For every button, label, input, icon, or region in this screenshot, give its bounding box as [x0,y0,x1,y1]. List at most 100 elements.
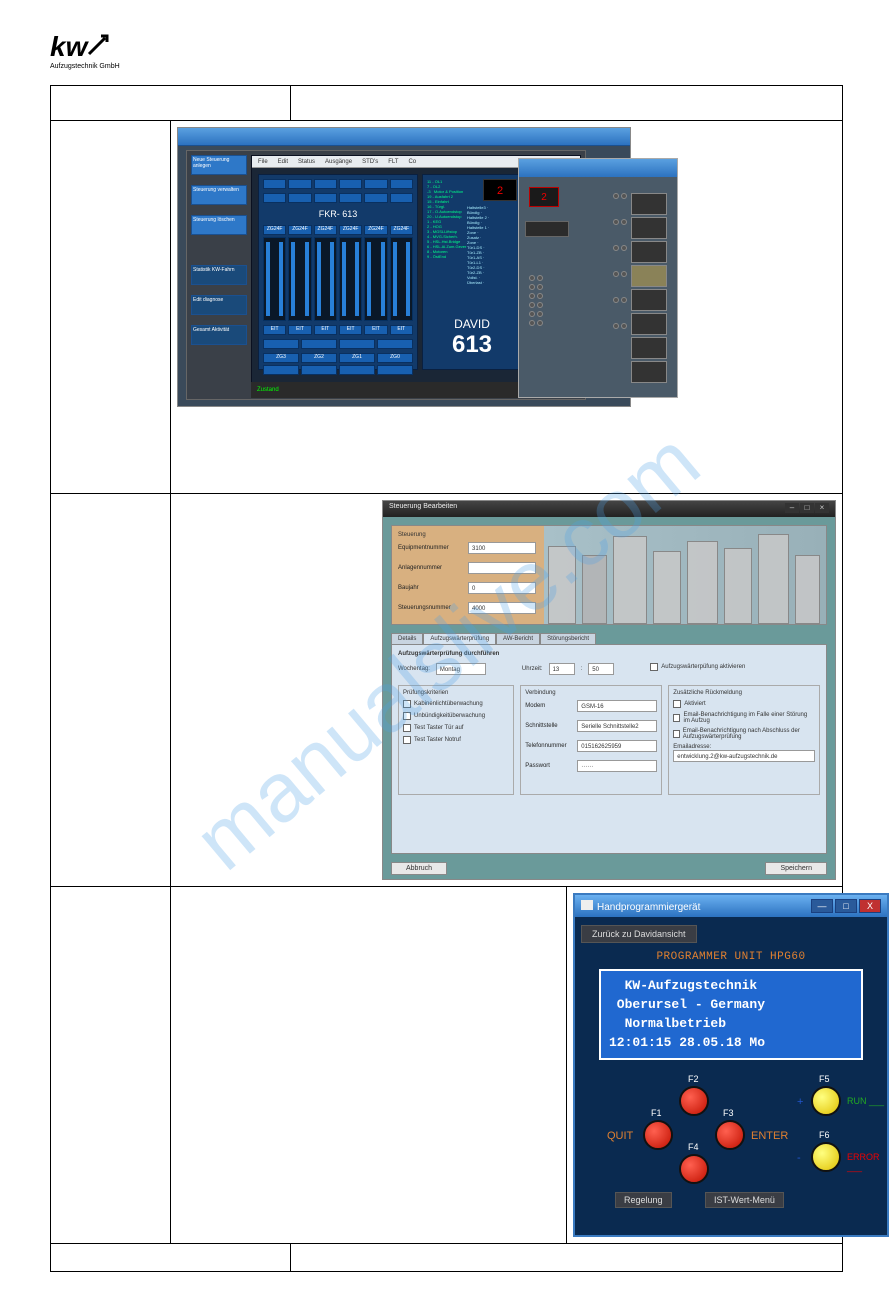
modem-select[interactable]: GSM-16 [577,700,657,712]
back-button[interactable]: Zurück zu Davidansicht [581,925,697,943]
lcd-line3: Normalbetrieb [609,1015,853,1034]
weekday-select[interactable]: Montag [436,663,486,675]
sidebar-btn-activity[interactable]: Gesamt Aktivität [191,325,247,345]
lcd-line2: Oberursel - Germany [609,996,853,1015]
tel-input[interactable]: 015162625959 [577,740,657,752]
eit-lbl: EIT [314,325,337,335]
anlage-input[interactable] [468,562,536,574]
shaft-btn[interactable] [525,221,569,237]
footer-cell-right [291,1244,843,1272]
tel-label: Telefonnummer [525,743,577,749]
menu-file[interactable]: File [258,159,268,165]
enable-checkbox[interactable] [650,663,658,671]
slot-lbl: ZG24F [364,225,387,235]
max-icon[interactable]: □ [800,503,814,513]
chk-dooropen[interactable] [403,724,411,732]
status-left: Zustand [257,387,279,393]
iface-label: Schnittstelle [525,723,577,729]
save-button[interactable]: Speichern [765,862,827,875]
sidebar-btn-manage[interactable]: Steuerung verwalten [191,185,247,205]
tabs: Details Aufzugswärterprüfung AW-Bericht … [391,633,827,644]
baujahr-input[interactable]: 0 [468,582,536,594]
sidebar-btn-diag[interactable]: Edit diagnose [191,295,247,315]
tab-attendant[interactable]: Aufzugswärterprüfung [423,633,496,644]
f2-label: F2 [688,1074,699,1084]
plus-label: + [797,1096,803,1108]
hpg-title: Handprogrammiergerät [597,902,700,913]
enter-label: ENTER [751,1130,788,1142]
min-icon[interactable]: — [811,899,833,913]
sidebar-btn-stats[interactable]: Statistik KW-Fahrn [191,265,247,285]
screenshot-hpg60: Handprogrammiergerät — □ X Zurück zu Dav… [573,893,889,1237]
zg-lbl: ZG1 [339,353,375,363]
zg-lbl: ZG0 [377,353,413,363]
sidebar-btn-new[interactable]: Neue Steuerung anlegen [191,155,247,175]
f5-button[interactable] [811,1086,841,1116]
slot-row [263,237,413,321]
col3-title: Zusätzliche Rückmeldung [673,690,815,696]
tab-fault[interactable]: Störungsbericht [540,633,596,644]
menu-edit[interactable]: Edit [278,159,288,165]
footer-cell-left [51,1244,291,1272]
chk-cabin-light[interactable] [403,700,411,708]
pw-input[interactable]: ······ [577,760,657,772]
chk-emergency[interactable] [403,736,411,744]
row3-left [51,887,171,1244]
steuer-input[interactable]: 4000 [468,602,536,614]
soft-right-button[interactable]: IST-Wert-Menü [705,1192,784,1208]
david-num: 613 [423,331,521,359]
col2-title: Verbindung [525,690,657,696]
header-panel: Steuerung Equipmentnummer3100 Anlagennum… [391,525,827,625]
f1-button[interactable] [643,1120,673,1150]
screenshot-form: Steuerung Bearbeiten – □ × Steuerung Equ… [382,500,836,880]
chk-active[interactable] [673,700,681,708]
app-icon [581,900,593,910]
zg-lbl: ZG3 [263,353,299,363]
tab-awreport[interactable]: AW-Bericht [496,633,540,644]
chk-unbund[interactable] [403,712,411,720]
tab-details[interactable]: Details [391,633,423,644]
equip-input[interactable]: 3100 [468,542,536,554]
time-label: Uhrzeit: [522,666,543,672]
iface-select[interactable]: Serielle Schnittstelle2 [577,720,657,732]
slot-lbl: ZG24F [263,225,286,235]
close-icon[interactable]: × [815,503,829,513]
lcd-line4: 12:01:15 28.05.18 Mo [609,1034,853,1053]
soft-left-button[interactable]: Regelung [615,1192,672,1208]
page-grid: Neue Steuerung anlegen Steuerung verwalt… [50,85,843,1272]
sidebar-btn-delete[interactable]: Steuerung löschen [191,215,247,235]
button-row: Abbruch Speichern [391,862,827,875]
slot-lbl: ZG24F [390,225,413,235]
row1-content: Neue Steuerung anlegen Steuerung verwalt… [171,121,843,494]
menu-status[interactable]: Status [298,159,315,165]
cancel-button[interactable]: Abbruch [391,862,447,875]
max-icon[interactable]: □ [835,899,857,913]
f4-button[interactable] [679,1154,709,1184]
header-cell-left [51,86,291,121]
shaft [631,193,667,385]
shaft-titlebar [519,159,677,177]
menu-co[interactable]: Co [408,159,416,165]
min-icon[interactable]: – [785,503,799,513]
close-icon[interactable]: X [859,899,881,913]
modem-label: Modem [525,703,577,709]
eit-lbl: EIT [364,325,387,335]
menu-stds[interactable]: STD's [362,159,378,165]
board-fkr: FKR- 613 ZG24F ZG24F ZG24F ZG24F ZG24F Z… [258,174,418,370]
email-input[interactable]: entwicklung.2@kw-aufzugstechnik.de [673,750,815,762]
david-title: DAVID [423,317,521,331]
f2-button[interactable] [679,1086,709,1116]
chk-email-done[interactable] [673,730,679,738]
col-criteria: Prüfungskriterien Kabinenlichtüberwachun… [398,685,514,795]
menu-outputs[interactable]: Ausgänge [325,159,352,165]
minute-select[interactable]: 50 [588,663,614,675]
baujahr-label: Baujahr [398,585,468,591]
hpg-titlebar: Handprogrammiergerät — □ X [575,895,887,917]
hour-select[interactable]: 13 [549,663,575,675]
f3-button[interactable] [715,1120,745,1150]
chk-email-fault[interactable] [673,714,680,722]
menu-flt[interactable]: FLT [388,159,398,165]
error-label: ERROR ___ [847,1152,887,1172]
equip-label: Equipmentnummer [398,545,468,551]
f6-button[interactable] [811,1142,841,1172]
